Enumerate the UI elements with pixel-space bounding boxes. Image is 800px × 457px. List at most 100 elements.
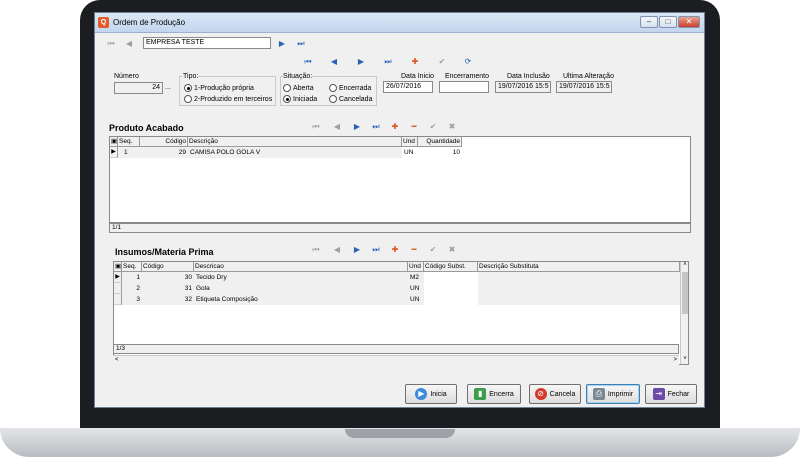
- insumos-last-icon[interactable]: ⏭: [370, 245, 382, 255]
- radio-selected-icon: [184, 84, 192, 92]
- situacao-aberta[interactable]: Aberta: [283, 84, 314, 92]
- imprimir-button[interactable]: ⎙ Imprimir: [586, 384, 640, 404]
- row-indicator-icon: ▶: [110, 147, 118, 158]
- insumos-cell-codigo[interactable]: 31: [142, 283, 194, 294]
- company-last-icon[interactable]: ⏭: [295, 39, 307, 49]
- produto-insert-icon[interactable]: ✚: [389, 122, 401, 132]
- insumos-cell-codigo-subst[interactable]: [424, 272, 478, 283]
- company-field[interactable]: EMPRESA TESTE: [143, 37, 271, 49]
- scroll-left-icon[interactable]: <: [115, 357, 119, 363]
- nav-post-icon[interactable]: ✔: [436, 57, 448, 67]
- data-inclusao-field[interactable]: 19/07/2016 15:5: [495, 81, 551, 93]
- produto-cell-quantidade[interactable]: 10: [418, 147, 462, 158]
- grid-corner-icon: ▣: [114, 262, 122, 272]
- produto-last-icon[interactable]: ⏭: [370, 122, 382, 132]
- insumos-next-icon[interactable]: ▶: [351, 245, 363, 255]
- situacao-iniciada[interactable]: Iniciada: [283, 95, 317, 103]
- produto-prior-icon[interactable]: ◀: [331, 122, 343, 132]
- insumos-horizontal-scrollbar[interactable]: < >: [113, 355, 679, 365]
- insumos-cell-codigo[interactable]: 30: [142, 272, 194, 283]
- col-header-und[interactable]: Und: [402, 137, 418, 147]
- fechar-button[interactable]: ⇥ Fechar: [645, 384, 697, 404]
- inicia-label: Inicia: [430, 390, 447, 398]
- insumos-cell-codigo[interactable]: 32: [142, 294, 194, 305]
- insumos-cell-codigo-subst[interactable]: [424, 294, 478, 305]
- insumos-cancel-icon[interactable]: ✖: [446, 245, 458, 255]
- situacao-encerrada[interactable]: Encerrada: [329, 84, 371, 92]
- ultima-alteracao-field[interactable]: 19/07/2016 15:5: [556, 81, 612, 93]
- insumos-section-title: Insumos/Materia Prima: [115, 247, 214, 257]
- company-first-icon[interactable]: ⏮: [105, 39, 117, 49]
- produto-cell-seq[interactable]: 1: [122, 147, 140, 158]
- app-icon: Q: [98, 17, 109, 28]
- company-prior-icon[interactable]: ◀: [123, 39, 135, 49]
- tipo-option-1[interactable]: 1-Produção própria: [184, 84, 254, 92]
- insumos-status-bar: 1/3: [113, 344, 679, 354]
- insumos-vertical-scrollbar[interactable]: ˄ ˅: [680, 262, 688, 364]
- produto-delete-icon[interactable]: ━: [408, 122, 420, 132]
- insumos-cell-und[interactable]: UN: [408, 294, 424, 305]
- insumos-cell-codigo-subst[interactable]: [424, 283, 478, 294]
- nav-prior-icon[interactable]: ◀: [328, 57, 340, 67]
- company-next-icon[interactable]: ▶: [276, 39, 288, 49]
- encerramento-field[interactable]: [439, 81, 489, 93]
- col-header-seq[interactable]: Seq.: [118, 137, 140, 147]
- produto-status-bar: 1/1: [109, 223, 691, 233]
- scroll-right-icon[interactable]: >: [673, 357, 677, 363]
- insumos-cell-descricao[interactable]: Tecido Dry: [194, 272, 408, 283]
- inicia-button[interactable]: ▶ Inicia: [405, 384, 457, 404]
- situacao-cancelada[interactable]: Cancelada: [329, 95, 372, 103]
- insumos-cell-und[interactable]: UN: [408, 283, 424, 294]
- insumos-insert-icon[interactable]: ✚: [389, 245, 401, 255]
- insumos-cell-descricao[interactable]: Etiqueta Composição: [194, 294, 408, 305]
- encerramento-label: Encerramento: [445, 73, 489, 80]
- col-header-und[interactable]: Und: [408, 262, 424, 272]
- produto-cell-descricao[interactable]: CAMISA POLO GOLA V: [188, 147, 402, 158]
- produto-cell-codigo[interactable]: 29: [140, 147, 188, 158]
- insumos-cell-seq[interactable]: 3: [122, 294, 142, 305]
- scroll-up-icon[interactable]: ˄: [681, 262, 688, 268]
- produto-next-icon[interactable]: ▶: [351, 122, 363, 132]
- produto-first-icon[interactable]: ⏮: [310, 122, 322, 132]
- insumos-cell-und[interactable]: M2: [408, 272, 424, 283]
- col-header-codigo-subst[interactable]: Código Subst.: [424, 262, 478, 272]
- play-icon: ▶: [415, 388, 428, 400]
- numero-field[interactable]: 24: [114, 82, 163, 94]
- close-button[interactable]: ✕: [678, 16, 700, 28]
- insumos-cell-seq[interactable]: 2: [122, 283, 142, 294]
- scroll-thumb[interactable]: [682, 272, 688, 314]
- produto-grid[interactable]: ▣ Seq. Código Descrição Und Quantidade ▶…: [109, 136, 691, 223]
- col-header-descricao[interactable]: Descricao: [194, 262, 408, 272]
- maximize-button[interactable]: □: [659, 16, 677, 28]
- insumos-prior-icon[interactable]: ◀: [331, 245, 343, 255]
- encerra-label: Encerra: [489, 390, 514, 398]
- produto-post-icon[interactable]: ✔: [427, 122, 439, 132]
- minimize-button[interactable]: –: [640, 16, 658, 28]
- encerra-button[interactable]: ▮ Encerra: [467, 384, 521, 404]
- insumos-cell-descricao[interactable]: Gola: [194, 283, 408, 294]
- produto-cell-und[interactable]: UN: [402, 147, 418, 158]
- situacao-encerrada-label: Encerrada: [339, 84, 372, 92]
- situacao-aberta-label: Aberta: [293, 84, 314, 92]
- col-header-seq[interactable]: Seq.: [122, 262, 142, 272]
- insumos-cell-seq[interactable]: 1: [122, 272, 142, 283]
- col-header-codigo[interactable]: Código: [142, 262, 194, 272]
- col-header-quantidade[interactable]: Quantidade: [418, 137, 462, 147]
- nav-insert-icon[interactable]: ✚: [409, 57, 421, 67]
- nav-last-icon[interactable]: ⏭: [382, 57, 394, 67]
- col-header-descricao-substituta[interactable]: Descrição Substituta: [478, 262, 680, 272]
- data-inicio-field[interactable]: 26/07/2016: [383, 81, 433, 93]
- insumos-delete-icon[interactable]: ━: [408, 245, 420, 255]
- nav-first-icon[interactable]: ⏮: [302, 57, 314, 67]
- col-header-codigo[interactable]: Código: [140, 137, 188, 147]
- insumos-first-icon[interactable]: ⏮: [310, 245, 322, 255]
- produto-cancel-icon[interactable]: ✖: [446, 122, 458, 132]
- scroll-down-icon[interactable]: ˅: [681, 356, 688, 362]
- tipo-option-2[interactable]: 2-Produzido em terceiros: [184, 95, 272, 103]
- nav-refresh-icon[interactable]: ⟳: [462, 57, 474, 67]
- ellipsis-button[interactable]: ...: [165, 84, 171, 91]
- insumos-post-icon[interactable]: ✔: [427, 245, 439, 255]
- nav-next-icon[interactable]: ▶: [355, 57, 367, 67]
- cancela-button[interactable]: ⊘ Cancela: [529, 384, 581, 404]
- col-header-descricao[interactable]: Descrição: [188, 137, 402, 147]
